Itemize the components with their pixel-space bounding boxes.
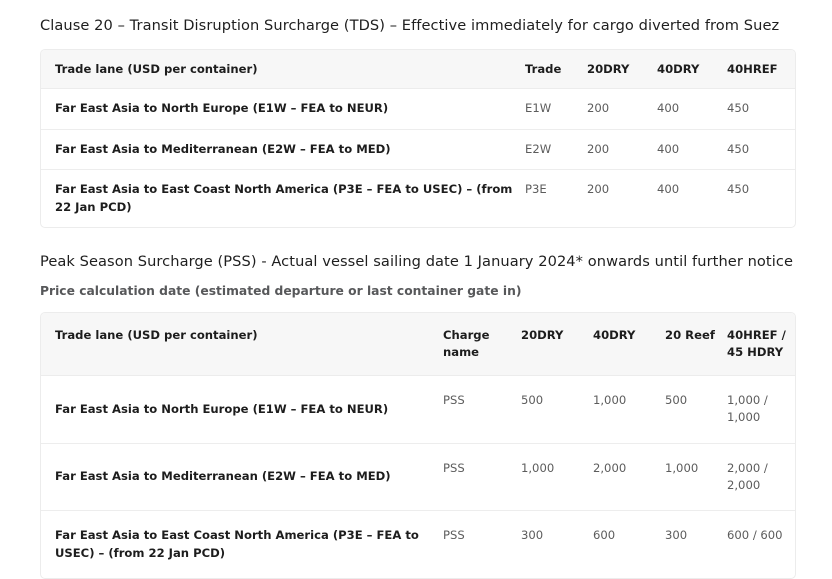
cell-40dry: 1,000 <box>593 374 665 444</box>
cell-40href: 450 <box>727 169 795 228</box>
column-header-trade-lane: Trade lane (USD per container) <box>55 61 258 76</box>
table-body: Far East Asia to North Europe (E1W – FEA… <box>41 374 795 579</box>
cell-40dry: 600 <box>593 510 665 579</box>
cell-trade-lane: Far East Asia to North Europe (E1W – FEA… <box>41 374 443 444</box>
column-header-trade-lane: Trade lane (USD per container) <box>55 328 258 343</box>
cell-40href: 450 <box>727 128 795 170</box>
column-header-trade: Trade <box>525 61 562 76</box>
table-row: Far East Asia to North Europe (E1W – FEA… <box>41 88 795 130</box>
column-header-40dry: 40DRY <box>657 61 700 76</box>
cell-40dry: 400 <box>657 169 727 228</box>
cell-trade: E2W <box>525 128 587 170</box>
column-header-40href-45hdry: 40HREF / 45 HDRY <box>727 328 786 360</box>
cell-40href: 450 <box>727 88 795 130</box>
cell-40href-45hdry: 2,000 / 2,000 <box>727 442 795 511</box>
cell-trade-lane: Far East Asia to Mediterranean (E2W – FE… <box>41 442 443 511</box>
column-header-40href: 40HREF <box>727 61 778 76</box>
cell-trade-lane: Far East Asia to East Coast North Americ… <box>41 169 525 228</box>
cell-40dry: 2,000 <box>593 442 665 511</box>
cell-20dry: 200 <box>587 128 657 170</box>
cell-20reef: 300 <box>665 510 727 579</box>
table-row: Far East Asia to Mediterranean (E2W – FE… <box>41 128 795 170</box>
pss-surcharge-table-card: Trade lane (USD per container) Charge na… <box>40 312 796 579</box>
cell-20dry: 300 <box>521 510 593 579</box>
table-row: Far East Asia to East Coast North Americ… <box>41 169 795 228</box>
cell-20reef: 1,000 <box>665 442 727 511</box>
tds-surcharge-table: Trade lane (USD per container) Trade 20D… <box>41 49 795 228</box>
column-header-20dry: 20DRY <box>521 328 564 343</box>
column-header-20reef: 20 Reef <box>665 328 715 343</box>
table-row: Far East Asia to East Coast North Americ… <box>41 510 795 579</box>
cell-20dry: 1,000 <box>521 442 593 511</box>
cell-40href-45hdry: 1,000 / 1,000 <box>727 374 795 444</box>
table-header: Trade lane (USD per container) Charge na… <box>41 313 795 376</box>
cell-20dry: 500 <box>521 374 593 444</box>
pss-section-subtitle: Price calculation date (estimated depart… <box>40 283 522 298</box>
column-header-20dry: 20DRY <box>587 61 630 76</box>
page-title: Clause 20 – Transit Disruption Surcharge… <box>40 17 780 34</box>
column-header-40dry: 40DRY <box>593 328 636 343</box>
table-header-row: Trade lane (USD per container) Trade 20D… <box>41 49 795 89</box>
cell-trade: P3E <box>525 169 587 228</box>
table-row: Far East Asia to Mediterranean (E2W – FE… <box>41 442 795 511</box>
document-body: Clause 20 – Transit Disruption Surcharge… <box>0 0 832 579</box>
cell-trade-lane: Far East Asia to Mediterranean (E2W – FE… <box>41 128 525 170</box>
pss-section-title: Peak Season Surcharge (PSS) - Actual ves… <box>40 253 793 271</box>
table-row: Far East Asia to North Europe (E1W – FEA… <box>41 374 795 444</box>
cell-charge-name: PSS <box>443 510 521 579</box>
column-header-charge-name: Charge name <box>443 328 490 360</box>
cell-20dry: 200 <box>587 169 657 228</box>
cell-trade: E1W <box>525 88 587 130</box>
pss-surcharge-table: Trade lane (USD per container) Charge na… <box>41 313 795 579</box>
tds-surcharge-table-card: Trade lane (USD per container) Trade 20D… <box>40 48 796 229</box>
table-header: Trade lane (USD per container) Trade 20D… <box>41 49 795 89</box>
cell-20dry: 200 <box>587 88 657 130</box>
cell-20reef: 500 <box>665 374 727 444</box>
cell-trade-lane: Far East Asia to North Europe (E1W – FEA… <box>41 88 525 130</box>
cell-40dry: 400 <box>657 128 727 170</box>
table-body: Far East Asia to North Europe (E1W – FEA… <box>41 88 795 228</box>
table-header-row: Trade lane (USD per container) Charge na… <box>41 313 795 376</box>
cell-trade-lane: Far East Asia to East Coast North Americ… <box>41 510 443 579</box>
cell-charge-name: PSS <box>443 442 521 511</box>
cell-40href-45hdry: 600 / 600 <box>727 510 795 579</box>
cell-40dry: 400 <box>657 88 727 130</box>
cell-charge-name: PSS <box>443 374 521 444</box>
